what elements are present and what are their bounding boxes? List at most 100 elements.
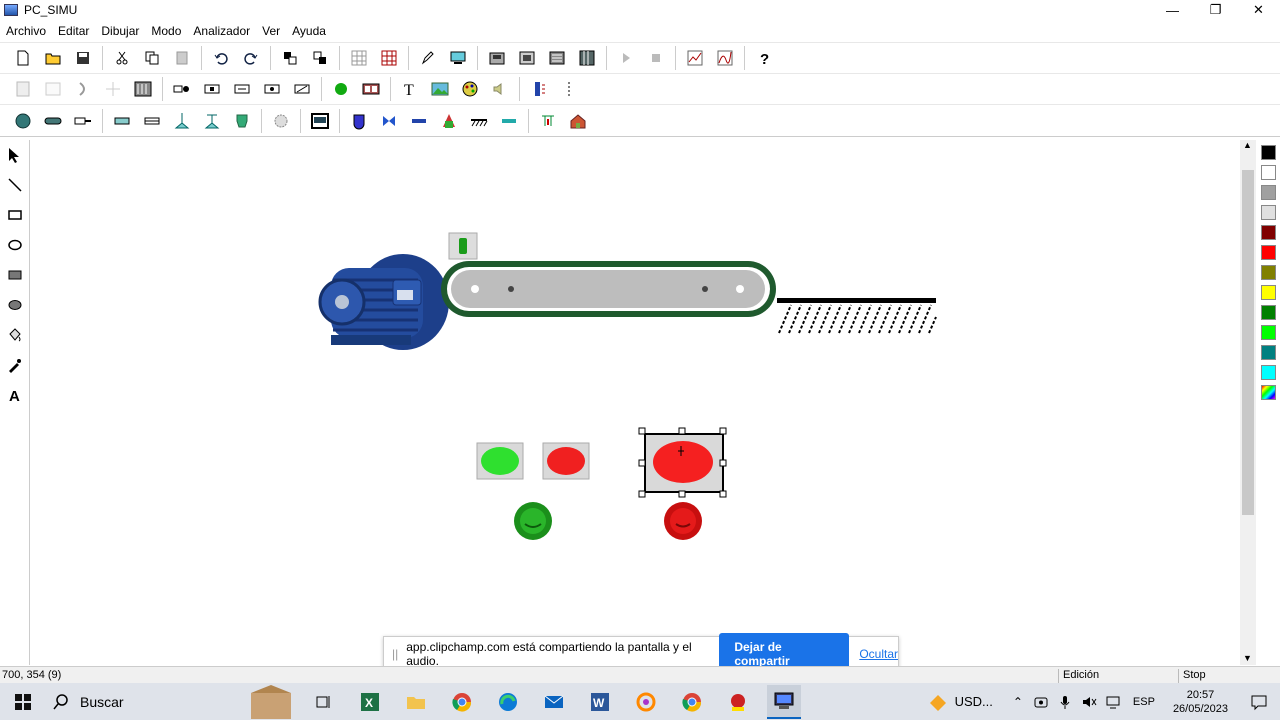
redo-button[interactable] <box>238 45 264 71</box>
notification-icon[interactable] <box>1250 693 1268 711</box>
menu-dibujar[interactable]: Dibujar <box>95 24 145 38</box>
analyzer-button-2[interactable] <box>712 45 738 71</box>
tray-overflow-icon[interactable]: ⌃ <box>1013 695 1023 709</box>
start-button[interactable] <box>6 685 40 719</box>
robot-tool[interactable] <box>268 108 294 134</box>
filled-rectangle-tool[interactable] <box>0 260 30 290</box>
color-swatch-cyan[interactable] <box>1261 365 1276 380</box>
plc-tool[interactable] <box>130 76 156 102</box>
edge-taskbar-icon[interactable] <box>491 685 525 719</box>
text-tool[interactable]: T <box>397 76 423 102</box>
currency-widget-icon[interactable] <box>927 691 949 713</box>
led-tool[interactable] <box>328 76 354 102</box>
word-taskbar-icon[interactable]: W <box>583 685 617 719</box>
scale-tool[interactable] <box>556 76 582 102</box>
color-swatch-green[interactable] <box>1261 305 1276 320</box>
copy-button[interactable] <box>139 45 165 71</box>
new-file-button[interactable] <box>10 45 36 71</box>
color-swatch-maroon[interactable] <box>1261 225 1276 240</box>
taskbar-search[interactable]: Buscar <box>46 683 301 720</box>
red-pilot-lamp[interactable] <box>664 502 702 540</box>
color-swatch-gray[interactable] <box>1261 185 1276 200</box>
edit-button[interactable] <box>415 45 441 71</box>
camera-tray-icon[interactable] <box>1033 694 1049 710</box>
menu-modo[interactable]: Modo <box>145 24 187 38</box>
lift-tool-1[interactable] <box>169 108 195 134</box>
switch-tool-2[interactable] <box>40 76 66 102</box>
sensor-tool-4[interactable] <box>259 76 285 102</box>
save-button[interactable] <box>70 45 96 71</box>
sensor-tool-2[interactable] <box>199 76 225 102</box>
panel-tool[interactable] <box>307 108 333 134</box>
stop-pushbutton-red[interactable] <box>542 442 590 480</box>
stop-button[interactable] <box>643 45 669 71</box>
menu-analizador[interactable]: Analizador <box>187 24 256 38</box>
scroll-up-icon[interactable]: ▲ <box>1243 140 1252 150</box>
microphone-icon[interactable] <box>1057 694 1073 710</box>
color-swatch-black[interactable] <box>1261 145 1276 160</box>
sensor-tool-3[interactable] <box>229 76 255 102</box>
rectangle-tool[interactable] <box>0 200 30 230</box>
grid-snap-button[interactable] <box>376 45 402 71</box>
vertical-scrollbar[interactable]: ▲ ▼ <box>1240 140 1256 665</box>
drawing-canvas[interactable] <box>31 140 1240 665</box>
menu-archivo[interactable]: Archivo <box>0 24 52 38</box>
hide-link[interactable]: Ocultar <box>859 647 898 661</box>
gripper-tool[interactable] <box>229 108 255 134</box>
color-swatch-lime[interactable] <box>1261 325 1276 340</box>
color-swatch-rainbow[interactable] <box>1261 385 1276 400</box>
lift-tool-2[interactable] <box>199 108 225 134</box>
bottle-sensor[interactable] <box>448 232 478 260</box>
grid-button[interactable] <box>346 45 372 71</box>
minimize-button[interactable]: — <box>1151 0 1194 20</box>
color-swatch-teal[interactable] <box>1261 345 1276 360</box>
run-button[interactable] <box>613 45 639 71</box>
sound-tool[interactable] <box>487 76 513 102</box>
paste-button[interactable] <box>169 45 195 71</box>
color-swatch-red[interactable] <box>1261 245 1276 260</box>
io-module-button-4[interactable] <box>574 45 600 71</box>
chrome-taskbar-icon[interactable] <box>445 685 479 719</box>
pcsimu-launcher-taskbar-icon[interactable] <box>721 685 755 719</box>
drag-handle-icon[interactable]: || <box>392 647 398 661</box>
arc-tool[interactable] <box>70 76 96 102</box>
bring-front-button[interactable] <box>277 45 303 71</box>
scrollbar-thumb[interactable] <box>1242 170 1254 515</box>
ellipse-tool[interactable] <box>0 230 30 260</box>
image-tool[interactable] <box>427 76 453 102</box>
green-pilot-lamp[interactable] <box>514 502 552 540</box>
bin-tool[interactable] <box>436 108 462 134</box>
line-tool[interactable] <box>0 170 30 200</box>
select-tool[interactable] <box>0 140 30 170</box>
sensor-tool-1[interactable] <box>169 76 195 102</box>
display-tool[interactable] <box>358 76 384 102</box>
piston-tool-1[interactable] <box>109 108 135 134</box>
language-indicator[interactable]: ESP <box>1133 696 1155 708</box>
start-pushbutton-green[interactable] <box>476 442 524 480</box>
piston-tool-2[interactable] <box>139 108 165 134</box>
valve-tool[interactable] <box>376 108 402 134</box>
belt-tool[interactable] <box>496 108 522 134</box>
switch-tool-1[interactable] <box>10 76 36 102</box>
eyedropper-tool[interactable] <box>0 350 30 380</box>
help-button[interactable]: ? <box>751 45 777 71</box>
menu-editar[interactable]: Editar <box>52 24 95 38</box>
io-module-button-3[interactable] <box>544 45 570 71</box>
electric-motor[interactable] <box>318 254 449 350</box>
ground-tool[interactable] <box>466 108 492 134</box>
conveyor-tool[interactable] <box>40 108 66 134</box>
send-back-button[interactable] <box>307 45 333 71</box>
io-module-button-1[interactable] <box>484 45 510 71</box>
open-file-button[interactable] <box>40 45 66 71</box>
color-tool[interactable] <box>457 76 483 102</box>
clock[interactable]: 20:57 26/05/2023 <box>1173 688 1228 716</box>
motor-tool[interactable] <box>10 108 36 134</box>
color-swatch-light-gray[interactable] <box>1261 205 1276 220</box>
selected-pushbutton-red[interactable] <box>644 433 724 493</box>
filled-ellipse-tool[interactable] <box>0 290 30 320</box>
menu-ayuda[interactable]: Ayuda <box>286 24 332 38</box>
pipe-tool[interactable] <box>406 108 432 134</box>
mail-taskbar-icon[interactable] <box>537 685 571 719</box>
bottle-filler-tool[interactable] <box>535 108 561 134</box>
currency-widget-text[interactable]: USD... <box>955 694 993 709</box>
